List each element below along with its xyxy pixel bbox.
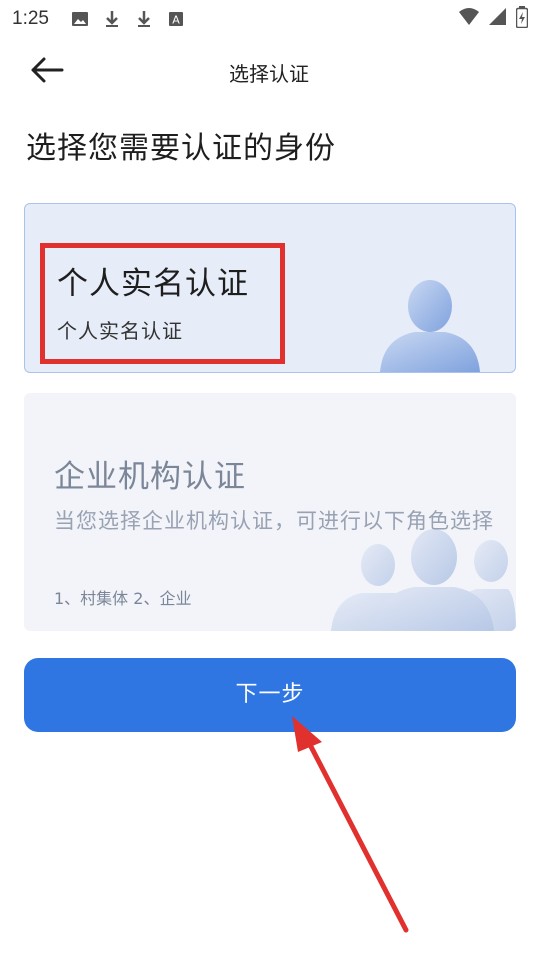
enterprise-verification-card[interactable]: 企业机构认证 当您选择企业机构认证，可进行以下角色选择 1、村集体 2、企业 bbox=[24, 393, 516, 631]
image-icon bbox=[70, 9, 90, 29]
enterprise-card-roles: 1、村集体 2、企业 bbox=[54, 589, 192, 608]
personal-verification-card[interactable]: 个人实名认证 个人实名认证 bbox=[24, 203, 516, 373]
download-icon bbox=[134, 9, 154, 29]
page-header-title: 选择认证 bbox=[229, 62, 309, 86]
enterprise-card-description: 当您选择企业机构认证，可进行以下角色选择 bbox=[54, 509, 494, 533]
personal-card-subtitle: 个人实名认证 bbox=[57, 319, 183, 343]
svg-text:A: A bbox=[172, 14, 180, 27]
system-icons bbox=[458, 6, 529, 32]
navigation-bar: 选择认证 bbox=[0, 42, 538, 98]
notification-icons: A bbox=[70, 9, 186, 29]
status-bar: 1:25 A bbox=[0, 0, 538, 40]
person-icon bbox=[375, 276, 485, 372]
group-icon bbox=[326, 527, 516, 631]
battery-icon bbox=[515, 6, 529, 32]
signal-icon bbox=[488, 7, 508, 31]
personal-card-title: 个人实名认证 bbox=[57, 266, 249, 302]
status-time: 1:25 bbox=[12, 8, 49, 29]
enterprise-card-title: 企业机构认证 bbox=[54, 459, 246, 495]
wifi-icon bbox=[458, 7, 480, 31]
page-title: 选择您需要认证的身份 bbox=[26, 131, 336, 166]
font-icon: A bbox=[166, 9, 186, 29]
download-icon bbox=[102, 9, 122, 29]
next-step-button[interactable]: 下一步 bbox=[24, 658, 516, 732]
